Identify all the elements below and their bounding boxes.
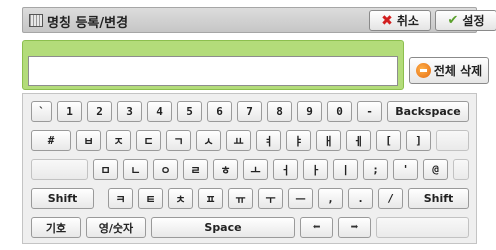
name-register-dialog: 명칭 등록/변경 ✖ 취소 ✔ 설정 전체 삭제 ` 1 2 3 4 5 6 7… xyxy=(0,0,496,250)
key-4[interactable]: 4 xyxy=(147,101,172,122)
key-2[interactable]: 2 xyxy=(87,101,112,122)
key-blank-row2 xyxy=(436,130,469,151)
key-semicolon[interactable]: ; xyxy=(363,159,388,180)
key-digeut[interactable]: ㄷ xyxy=(136,130,161,151)
key-blank-row5 xyxy=(376,217,469,238)
key-nieun[interactable]: ㄴ xyxy=(123,159,148,180)
left-shift-key[interactable]: Shift xyxy=(31,188,94,209)
key-hieut[interactable]: ㅎ xyxy=(213,159,238,180)
key-rieul[interactable]: ㄹ xyxy=(183,159,208,180)
dialog-title: 명칭 등록/변경 xyxy=(47,16,129,31)
key-0[interactable]: 0 xyxy=(327,101,352,122)
settings-button[interactable]: ✔ 설정 xyxy=(435,10,496,31)
clear-all-button[interactable]: 전체 삭제 xyxy=(409,57,489,84)
key-at[interactable]: @ xyxy=(423,159,448,180)
key-blank-row3-right xyxy=(453,159,469,180)
key-right-bracket[interactable]: ] xyxy=(406,130,431,151)
key-ya[interactable]: ㅑ xyxy=(286,130,311,151)
key-1[interactable]: 1 xyxy=(57,101,82,122)
key-ieung[interactable]: ㅇ xyxy=(153,159,178,180)
title-bar: 명칭 등록/변경 ✖ 취소 ✔ 설정 xyxy=(22,7,496,33)
key-backtick[interactable]: ` xyxy=(31,101,52,122)
key-period[interactable]: . xyxy=(348,188,373,209)
arrow-right-icon: ➡ xyxy=(350,220,359,235)
key-eu[interactable]: ㅡ xyxy=(288,188,313,209)
key-o[interactable]: ㅗ xyxy=(243,159,268,180)
key-9[interactable]: 9 xyxy=(297,101,322,122)
right-shift-key[interactable]: Shift xyxy=(408,188,469,209)
key-ae[interactable]: ㅐ xyxy=(316,130,341,151)
key-yo[interactable]: ㅛ xyxy=(226,130,251,151)
key-yu[interactable]: ㅠ xyxy=(228,188,253,209)
keyboard-icon xyxy=(29,14,43,27)
cancel-x-icon: ✖ xyxy=(381,12,393,29)
key-minus[interactable]: - xyxy=(357,101,382,122)
key-pieup[interactable]: ㅍ xyxy=(198,188,223,209)
key-7[interactable]: 7 xyxy=(237,101,262,122)
key-hash[interactable]: # xyxy=(31,130,71,151)
symbols-key[interactable]: 기호 xyxy=(31,217,81,238)
input-frame xyxy=(22,40,404,90)
key-u[interactable]: ㅜ xyxy=(258,188,283,209)
key-siot[interactable]: ㅅ xyxy=(196,130,221,151)
key-comma[interactable]: , xyxy=(318,188,343,209)
key-left-bracket[interactable]: [ xyxy=(376,130,401,151)
language-toggle-key[interactable]: 영/숫자 xyxy=(86,217,146,238)
key-eo[interactable]: ㅓ xyxy=(273,159,298,180)
key-mieum[interactable]: ㅁ xyxy=(93,159,118,180)
settings-label: 설정 xyxy=(462,14,485,28)
name-input[interactable] xyxy=(28,56,398,86)
cursor-left-key[interactable]: ⬅ xyxy=(300,217,333,238)
key-jieut[interactable]: ㅈ xyxy=(106,130,131,151)
key-a[interactable]: ㅏ xyxy=(303,159,328,180)
backspace-key[interactable]: Backspace xyxy=(387,101,469,122)
arrow-left-icon: ⬅ xyxy=(312,220,321,235)
key-blank-row3-left xyxy=(31,159,88,180)
key-tieut[interactable]: ㅌ xyxy=(138,188,163,209)
key-yeo[interactable]: ㅕ xyxy=(256,130,281,151)
clear-icon xyxy=(415,63,431,78)
key-giyeok[interactable]: ㄱ xyxy=(166,130,191,151)
key-apostrophe[interactable]: ' xyxy=(393,159,418,180)
key-5[interactable]: 5 xyxy=(177,101,202,122)
cursor-right-key[interactable]: ➡ xyxy=(338,217,371,238)
key-kieuk[interactable]: ㅋ xyxy=(108,188,133,209)
key-chieut[interactable]: ㅊ xyxy=(168,188,193,209)
key-6[interactable]: 6 xyxy=(207,101,232,122)
clear-all-label: 전체 삭제 xyxy=(433,64,483,78)
key-i[interactable]: ㅣ xyxy=(333,159,358,180)
key-3[interactable]: 3 xyxy=(117,101,142,122)
key-8[interactable]: 8 xyxy=(267,101,292,122)
key-bieup[interactable]: ㅂ xyxy=(76,130,101,151)
cancel-label: 취소 xyxy=(396,14,419,28)
key-e[interactable]: ㅔ xyxy=(346,130,371,151)
on-screen-keyboard: ` 1 2 3 4 5 6 7 8 9 0 - Backspace # ㅂ ㅈ … xyxy=(22,93,477,244)
checkmark-icon: ✔ xyxy=(447,13,459,28)
space-key[interactable]: Space xyxy=(151,217,295,238)
key-slash[interactable]: / xyxy=(378,188,403,209)
cancel-button[interactable]: ✖ 취소 xyxy=(369,10,431,31)
